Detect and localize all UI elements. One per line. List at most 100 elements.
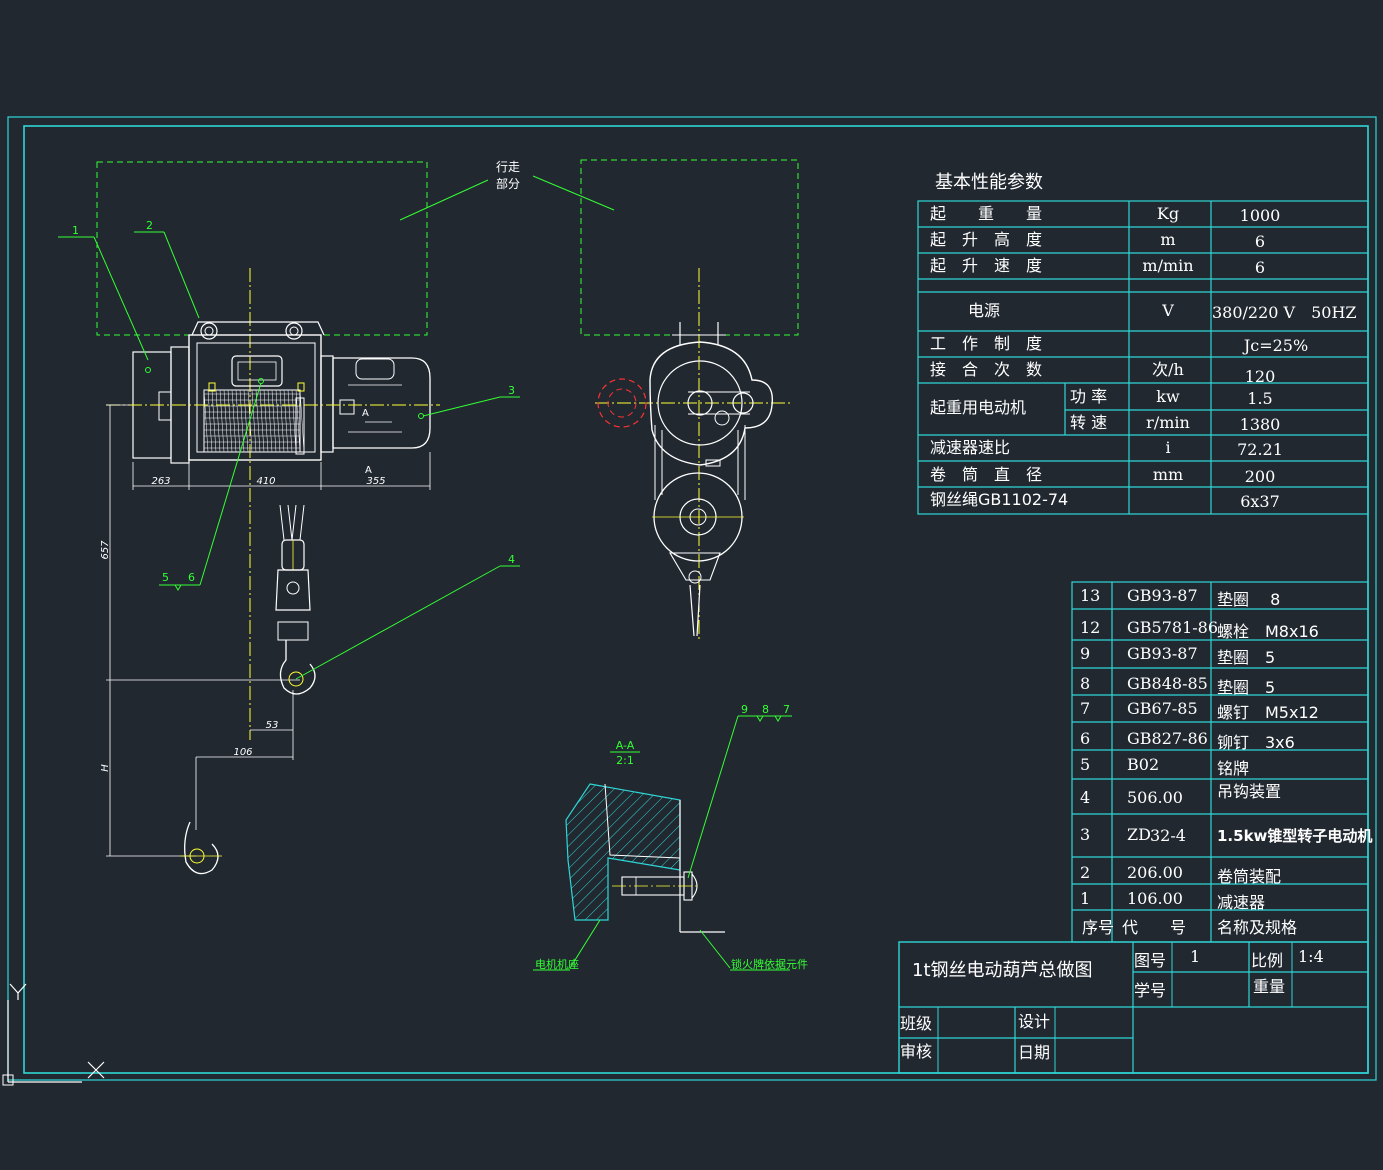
perf-row-sub: 转 速 [1070,413,1107,432]
parts-row-code: GB67-85 [1127,699,1198,718]
perf-row-name: 接 合 次 数 [930,360,1042,379]
balloon-8: 8 [762,703,769,716]
perf-row-name: 起重用电动机 [930,398,1026,417]
ucs-x-glyph [87,1061,105,1079]
perf-row-value: 120 [1245,367,1276,386]
perf-row-name: 起 重 量 [930,204,1042,223]
scale-value: 1:4 [1298,947,1324,966]
perf-row-value: 6 [1255,232,1265,251]
parts-row-no: 2 [1080,863,1090,882]
parts-row-name: 螺钉 M5x12 [1217,703,1319,722]
title-block: 1t钢丝电动葫芦总做图 图号 1 比例 1:4 学号 重量 班级 设计 审核 日… [898,941,1369,1074]
parts-row-name: 1.5kw锥型转子电动机 [1217,827,1372,845]
balloon-9: 9 [741,703,748,716]
parts-row-name: 垫圈 8 [1217,590,1280,609]
parts-row-code: ZD [1127,825,1151,844]
balloon-7: 7 [783,703,790,716]
perf-row-value: 380/220 V 50HZ [1212,303,1357,322]
parts-row-name: 螺栓 M8x16 [1217,622,1319,641]
parts-list: 13 GB93-87 垫圈 812 GB5781-86螺栓 M8x169 GB93-87… [1071,581,1372,943]
dim-106: 106 [233,747,252,758]
parts-row-code: GB93-87 [1127,644,1198,663]
parts-row-no: 6 [1080,729,1090,748]
perf-row-name: 起 升 速 度 [930,256,1042,275]
perf-row-value: 6 [1255,258,1265,277]
balloon-2: 2 [146,219,153,232]
section-a-a: A-A 2:1 9 8 7 电机机座 锁火牌依据元件 [533,703,808,971]
section-mark-lower: A [365,465,372,476]
perf-row-unit: m [1160,230,1175,249]
drum-grooves [203,389,305,453]
parts-row-code: GB5781-86 [1127,618,1218,637]
parts-header-name: 名称及规格 [1217,918,1297,937]
dim-355: 355 [366,476,385,487]
perf-row-value: 200 [1245,467,1276,486]
perf-row-unit: kw [1156,387,1180,406]
balloon-3: 3 [508,384,515,397]
perf-row-name: 工 作 制 度 [930,334,1042,353]
parts-row-no: 12 [1080,618,1100,637]
perf-row-unit: V [1161,301,1174,320]
cad-drawing-canvas[interactable]: 行走 部分 A A 263 410 355 657 H 53 106 1 2 3… [0,0,1383,1170]
performance-table: 基本性能参数 起 重 量 Kg 1000 起 升 高 度 m 6 起 升 速 度 m/min 6… [917,172,1369,515]
perf-row-unit: r/min [1146,413,1190,432]
parts-row-name: 减速器 [1217,893,1265,912]
section-label: A-A [616,739,635,752]
class-label: 班级 [900,1014,932,1033]
parts-row-no: 13 [1080,586,1100,605]
parts-row-no: 7 [1080,699,1090,718]
balloon-6: 6 [188,571,195,584]
parts-row-name: 吊钩装置 [1217,782,1281,801]
review-label: 审核 [900,1042,932,1061]
section-scale: 2:1 [616,754,634,767]
parts-row-code: 206.00 [1127,863,1183,882]
scale-label: 比例 [1251,951,1283,970]
dim-410: 410 [256,476,275,487]
hoist-front-view: 行走 部分 A A 263 410 355 657 H 53 106 1 2 3… [58,160,615,875]
dim-53: 53 [266,720,279,731]
parts-row-name: 垫圈 5 [1217,648,1275,667]
perf-row-sub: 功 率 [1070,387,1107,406]
student-no-label: 学号 [1134,981,1166,1000]
balloon-4: 4 [508,553,515,566]
parts-row-no: 1 [1080,889,1090,908]
perf-row-value: 1.5 [1247,389,1272,408]
parts-row-no: 9 [1080,644,1090,663]
parts-row-code-sub: 32-4 [1150,826,1186,845]
parts-row-code: 106.00 [1127,889,1183,908]
parts-row-no: 5 [1080,755,1090,774]
dim-657: 657 [100,540,111,560]
ucs-icon [2,983,105,1086]
drawing-no: 1 [1190,947,1200,966]
perf-row-name: 起 升 高 度 [930,230,1042,249]
perf-row-value: Jc=25% [1242,336,1308,355]
parts-row-name: 垫圈 5 [1217,678,1275,697]
parts-header-no: 序号 [1082,918,1114,937]
perf-row-value: 72.21 [1237,440,1283,459]
perf-row-name: 电源 [968,301,1000,320]
parts-row-no: 4 [1080,788,1090,807]
perf-row-unit: i [1165,438,1170,457]
parts-header-code: 代 号 [1122,918,1186,937]
note-motor-base: 电机机座 [535,957,579,971]
parts-row-no: 8 [1080,674,1090,693]
perf-row-name: 卷 筒 直 径 [930,465,1042,484]
weight-label: 重量 [1253,977,1285,996]
perf-row-name: 减速器速比 [930,438,1010,457]
parts-row-code: B02 [1127,755,1159,774]
section-mark-upper: A [362,408,369,419]
perf-row-unit: m/min [1142,256,1193,275]
balloon-1: 1 [72,224,79,237]
dim-H: H [100,764,111,772]
perf-row-unit: Kg [1157,204,1179,223]
dim-263: 263 [151,476,170,487]
perf-row-value: 6x37 [1240,492,1280,511]
date-label: 日期 [1018,1043,1050,1062]
parts-row-no: 3 [1080,825,1090,844]
performance-title: 基本性能参数 [935,172,1043,193]
perf-row-name: 钢丝绳GB1102-74 [930,490,1068,509]
parts-row-code: GB827-86 [1127,729,1208,748]
traveling-label-1: 行走 [496,160,520,174]
balloon-5: 5 [162,571,169,584]
parts-row-name: 铭牌 [1217,759,1249,778]
